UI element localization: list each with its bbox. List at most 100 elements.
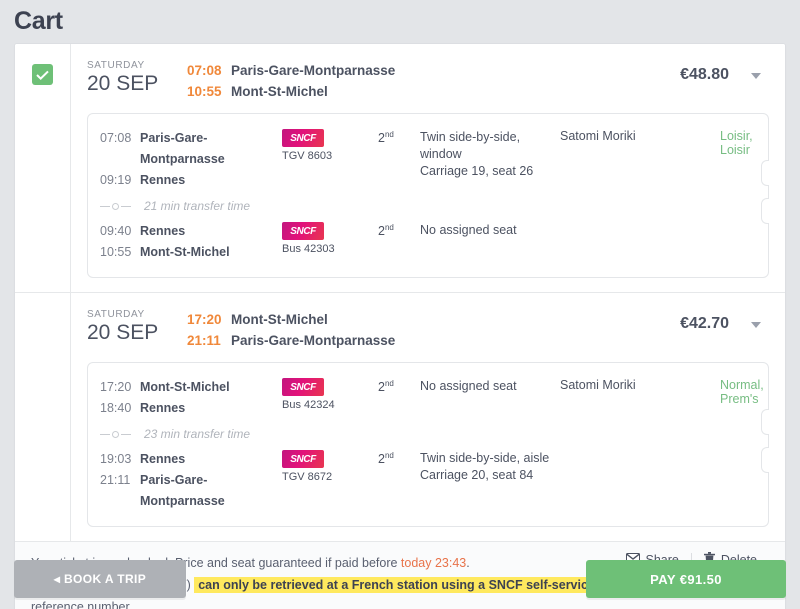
segment-fare: Normal, Prem's xyxy=(720,378,764,406)
segment-seat-line: Carriage 20, seat 84 xyxy=(420,468,534,482)
segment-times: 19:03 Rennes 21:11 Paris-Gare-Montparnasse xyxy=(100,449,282,512)
journey-price: €48.80 xyxy=(680,66,729,83)
journey-summary: 07:08 Paris-Gare-Montparnasse 10:55 Mont-St… xyxy=(187,58,639,102)
check-icon xyxy=(36,70,49,80)
segment-arrival-station: Rennes xyxy=(140,401,186,415)
segment-passenger: Satomi Moriki xyxy=(560,129,636,143)
journey-body: SATURDAY 20 SEP 07:08 Paris-Gare-Montparnas… xyxy=(71,44,785,292)
pay-button[interactable]: PAY €91.50 xyxy=(586,560,786,598)
segment-class-value: 2 xyxy=(378,380,385,395)
sncf-logo-text: SNCF xyxy=(290,381,316,393)
journey-day-of-week: SATURDAY xyxy=(87,60,145,71)
segment-service-number: Bus 42303 xyxy=(282,243,335,255)
segment-carrier: SNCF Bus 42303 xyxy=(282,221,378,256)
cart-page: Cart SATURDAY 20 SEP 07:08 Paris-Gare-Montp… xyxy=(0,0,800,609)
segment-seat: No assigned seat xyxy=(420,377,560,395)
journey-arrival: 21:11 Paris-Gare-Montparnasse xyxy=(187,330,639,351)
segment-times: 07:08 Paris-Gare-Montparnasse 09:19 Rennes xyxy=(100,128,282,191)
segment-departure: 09:40 Rennes xyxy=(100,221,282,242)
transfer-row: 23 min transfer time xyxy=(88,424,768,444)
segment-row: 07:08 Paris-Gare-Montparnasse 09:19 Rennes S… xyxy=(88,123,768,196)
journey-select-column xyxy=(15,44,71,292)
segment-service-number: TGV 8672 xyxy=(282,471,333,483)
journey-item: SATURDAY 20 SEP 17:20 Mont-St-Michel 21:11 Pa… xyxy=(15,292,785,541)
segment-seat-line: No assigned seat xyxy=(420,223,517,237)
segment-class-value: 2 xyxy=(378,131,385,146)
journey-checkbox[interactable] xyxy=(32,64,53,85)
journey-price-column: €42.70 xyxy=(639,307,769,333)
page-title: Cart xyxy=(14,7,63,35)
segment-departure-station: Paris-Gare-Montparnasse xyxy=(140,131,225,166)
segment-arrival-time: 18:40 xyxy=(100,401,132,415)
ticket-notch xyxy=(761,160,769,186)
segment-class-suffix: nd xyxy=(384,223,394,232)
segment-arrival-time: 10:55 xyxy=(100,245,132,259)
segment-arrival-station: Mont-St-Michel xyxy=(140,245,230,259)
journey-summary: 17:20 Mont-St-Michel 21:11 Paris-Gare-Montp… xyxy=(187,307,639,351)
journey-body: SATURDAY 20 SEP 17:20 Mont-St-Michel 21:11 Pa… xyxy=(71,293,785,541)
segment-passenger: Satomi Moriki xyxy=(560,378,636,392)
sncf-logo-text: SNCF xyxy=(290,132,316,144)
bottom-action-bar: ◂ BOOK A TRIP PAY €91.50 xyxy=(0,560,800,609)
journey-header: SATURDAY 20 SEP 17:20 Mont-St-Michel 21:11 Pa… xyxy=(71,293,785,351)
journey-departure-time: 07:08 xyxy=(187,63,222,78)
segment-arrival-station: Rennes xyxy=(140,173,186,187)
journey-departure: 07:08 Paris-Gare-Montparnasse xyxy=(187,60,639,81)
journey-date: SATURDAY 20 SEP xyxy=(87,58,187,96)
segment-service-number: Bus 42324 xyxy=(282,399,335,411)
ticket-notch xyxy=(761,198,769,224)
sncf-logo-text: SNCF xyxy=(290,453,316,465)
segment-departure-station: Rennes xyxy=(140,452,186,466)
sncf-logo: SNCF xyxy=(282,129,324,147)
segment-arrival: 18:40 Rennes xyxy=(100,398,282,419)
journey-arrival: 10:55 Mont-St-Michel xyxy=(187,81,639,102)
segment-seat-line: No assigned seat xyxy=(420,379,517,393)
sncf-logo-text: SNCF xyxy=(290,225,316,237)
sncf-logo: SNCF xyxy=(282,450,324,468)
segment-class: 2nd xyxy=(378,377,420,394)
journey-departure-station: Paris-Gare-Montparnasse xyxy=(231,63,396,78)
segment-departure: 17:20 Mont-St-Michel xyxy=(100,377,282,398)
segment-departure: 19:03 Rennes xyxy=(100,449,282,470)
chevron-down-icon[interactable] xyxy=(751,322,761,328)
segment-class: 2nd xyxy=(378,449,420,466)
segment-arrival-time: 21:11 xyxy=(100,473,131,487)
journey-price: €42.70 xyxy=(680,315,729,332)
segment-seat: Twin side-by-side, aisle Carriage 20, sea… xyxy=(420,449,560,484)
segment-row: 19:03 Rennes 21:11 Paris-Gare-Montparnasse S… xyxy=(88,444,768,517)
book-a-trip-button[interactable]: ◂ BOOK A TRIP xyxy=(14,560,186,598)
segment-departure-time: 09:40 xyxy=(100,224,132,238)
segment-carrier: SNCF TGV 8672 xyxy=(282,449,378,484)
segment-seat: No assigned seat xyxy=(420,221,560,239)
segment-class: 2nd xyxy=(378,221,420,238)
cart-card: SATURDAY 20 SEP 07:08 Paris-Gare-Montparnas… xyxy=(14,43,786,609)
segment-carrier: SNCF TGV 8603 xyxy=(282,128,378,163)
journey-date: SATURDAY 20 SEP xyxy=(87,307,187,345)
segment-arrival-time: 09:19 xyxy=(100,173,132,187)
segment-departure-station: Rennes xyxy=(140,224,186,238)
segment-seat-line: Twin side-by-side, aisle xyxy=(420,451,550,465)
segment-row: 17:20 Mont-St-Michel 18:40 Rennes SNCF Bus 42… xyxy=(88,372,768,424)
journey-arrival-time: 21:11 xyxy=(187,333,221,348)
segment-class-value: 2 xyxy=(378,452,385,467)
segment-seat: Twin side-by-side, window Carriage 19, se… xyxy=(420,128,560,180)
segment-class: 2nd xyxy=(378,128,420,145)
sncf-logo: SNCF xyxy=(282,378,324,396)
journey-select-column xyxy=(15,293,71,541)
transfer-label: 23 min transfer time xyxy=(144,427,251,441)
segment-departure-time: 17:20 xyxy=(100,380,132,394)
journey-price-column: €48.80 xyxy=(639,58,769,84)
segment-fare xyxy=(720,449,758,450)
segment-class-suffix: nd xyxy=(384,130,394,139)
segment-passenger xyxy=(560,221,720,222)
segment-passenger xyxy=(560,449,720,450)
chevron-down-icon[interactable] xyxy=(751,73,761,79)
transfer-row: 21 min transfer time xyxy=(88,196,768,216)
segment-seat-line: Twin side-by-side, window xyxy=(420,130,521,161)
journey-date-value: 20 SEP xyxy=(87,72,159,95)
segment-times: 09:40 Rennes 10:55 Mont-St-Michel xyxy=(100,221,282,263)
journey-date-value: 20 SEP xyxy=(87,321,159,344)
journey-ticket-details: 07:08 Paris-Gare-Montparnasse 09:19 Rennes S… xyxy=(87,113,769,278)
segment-times: 17:20 Mont-St-Michel 18:40 Rennes xyxy=(100,377,282,419)
transfer-icon xyxy=(100,202,140,210)
